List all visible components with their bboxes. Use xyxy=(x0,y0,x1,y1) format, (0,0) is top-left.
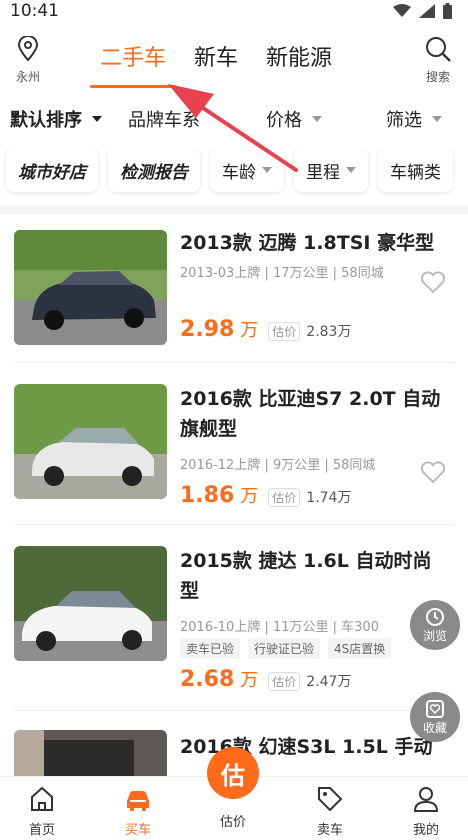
car-photo xyxy=(14,546,167,661)
estimate-fab[interactable]: 估 xyxy=(207,747,259,799)
car-title: 2013款 迈腾 1.8TSI 豪华型 xyxy=(180,232,435,254)
top-nav: 永州 二手车 新车 新能源 搜索 xyxy=(0,26,468,92)
nav-sell-car-label: 卖车 xyxy=(316,823,343,838)
chip-label: 里程 xyxy=(306,162,340,183)
car-meta: 2016-12上牌 | 9万公里 | 58同城 xyxy=(180,458,376,473)
car-price: 2.98 xyxy=(180,317,235,342)
favorites-label: 收藏 xyxy=(422,720,447,735)
car-photo xyxy=(14,230,167,345)
car-photo xyxy=(14,384,167,499)
caret-down-icon xyxy=(312,116,322,122)
list-divider xyxy=(14,524,454,525)
chip-label: 车龄 xyxy=(222,162,256,183)
estimate-tag: 估价 xyxy=(268,322,301,341)
caret-down-icon xyxy=(262,167,272,173)
badge: 4S店置换 xyxy=(328,638,392,659)
chip-car-type[interactable]: 车辆类 xyxy=(378,148,453,192)
estimate-value: 2.83万 xyxy=(306,324,352,340)
tab-new-energy[interactable]: 新能源 xyxy=(266,40,332,88)
car-price-row: 2.68 万 估价 2.47万 xyxy=(180,666,351,692)
car-price-row: 1.86 万 估价 1.74万 xyxy=(180,482,351,508)
caret-down-icon xyxy=(432,116,442,122)
nav-estimate[interactable]: 估价 xyxy=(203,809,263,830)
chip-label: 车辆类 xyxy=(390,162,441,183)
car-title: 2015款 捷达 1.6L 自动时尚型 xyxy=(180,550,432,602)
heart-icon[interactable] xyxy=(420,460,446,484)
sort-price-label: 价格 xyxy=(266,110,302,131)
signal-icon xyxy=(419,4,435,18)
list-divider xyxy=(14,710,454,711)
sort-filter-label: 筛选 xyxy=(386,110,422,131)
clock-history-icon xyxy=(426,607,444,626)
caret-down-icon xyxy=(92,116,102,122)
top-tabs: 二手车 新车 新能源 xyxy=(89,40,332,88)
history-label: 浏览 xyxy=(422,628,447,643)
search-icon xyxy=(426,37,451,62)
filter-chips: 城市好店 检测报告 车龄 里程 车辆类 xyxy=(0,148,468,204)
list-divider xyxy=(14,362,454,363)
favorites-icon xyxy=(426,699,444,718)
home-icon xyxy=(31,786,53,811)
search-label: 搜索 xyxy=(425,70,450,84)
car-icon xyxy=(127,791,149,811)
chip-label: 城市好店 xyxy=(18,162,86,183)
car-price: 1.86 xyxy=(180,483,235,508)
chip-mileage[interactable]: 里程 xyxy=(294,148,368,192)
estimate-value: 1.74万 xyxy=(306,490,352,506)
chip-label: 检测报告 xyxy=(120,162,188,183)
nav-home-label: 首页 xyxy=(28,823,55,838)
nav-mine-label: 我的 xyxy=(412,823,439,838)
tab-new-car[interactable]: 新车 xyxy=(194,40,238,88)
history-button[interactable]: 浏览 xyxy=(410,600,460,650)
location-label: 永州 xyxy=(15,70,40,84)
price-unit: 万 xyxy=(240,670,259,691)
chip-car-age[interactable]: 车龄 xyxy=(210,148,284,192)
status-icons xyxy=(393,3,452,19)
nav-sell-car[interactable]: 卖车 xyxy=(300,785,360,838)
battery-icon xyxy=(443,3,452,19)
sort-bar: 默认排序 品牌车系 价格 筛选 xyxy=(0,92,468,144)
nav-buy-car-label: 买车 xyxy=(124,823,151,838)
nav-buy-car[interactable]: 买车 xyxy=(108,785,168,838)
sort-brand[interactable]: 品牌车系 xyxy=(128,106,200,132)
chip-city-shop[interactable]: 城市好店 xyxy=(6,148,98,192)
nav-mine[interactable]: 我的 xyxy=(396,785,456,838)
estimate-value: 2.47万 xyxy=(306,674,352,690)
caret-down-icon xyxy=(346,167,356,173)
favorites-button[interactable]: 收藏 xyxy=(410,692,460,742)
price-unit: 万 xyxy=(240,486,259,507)
car-meta: 2013-03上牌 | 17万公里 | 58同城 xyxy=(180,266,384,281)
sort-default[interactable]: 默认排序 xyxy=(10,106,102,132)
bottom-nav: 首页 买车 估 估价 卖车 我的 xyxy=(0,747,468,840)
heart-icon[interactable] xyxy=(420,270,446,294)
sort-default-label: 默认排序 xyxy=(10,110,82,131)
price-unit: 万 xyxy=(240,320,259,341)
estimate-tag: 估价 xyxy=(268,672,301,691)
tab-used-car[interactable]: 二手车 xyxy=(89,40,177,88)
nav-home[interactable]: 首页 xyxy=(12,785,72,838)
price-tag-icon xyxy=(318,787,343,812)
car-badges: 卖车已验 行驶证已验 4S店置换 xyxy=(180,638,392,659)
car-title: 2016款 比亚迪S7 2.0T 自动旗舰型 xyxy=(180,388,441,440)
badge: 卖车已验 xyxy=(180,638,241,659)
location-selector[interactable]: 永州 xyxy=(10,35,46,85)
badge: 行驶证已验 xyxy=(248,638,321,659)
section-divider xyxy=(0,206,468,214)
nav-estimate-label: 估价 xyxy=(219,815,246,830)
wifi-icon xyxy=(393,4,411,17)
car-price-row: 2.98 万 估价 2.83万 xyxy=(180,316,351,342)
sort-filter[interactable]: 筛选 xyxy=(386,106,442,132)
car-price: 2.68 xyxy=(180,667,235,692)
location-pin-icon xyxy=(17,35,39,62)
search-button[interactable]: 搜索 xyxy=(420,36,456,85)
car-meta: 2016-10上牌 | 11万公里 | 车300 xyxy=(180,620,379,635)
estimate-tag: 估价 xyxy=(268,488,301,507)
chip-inspection-report[interactable]: 检测报告 xyxy=(108,148,200,192)
status-time: 10:41 xyxy=(10,1,59,21)
sort-brand-label: 品牌车系 xyxy=(128,110,200,131)
sort-price[interactable]: 价格 xyxy=(266,106,322,132)
user-icon xyxy=(413,787,439,812)
status-bar: 10:41 xyxy=(0,0,468,26)
